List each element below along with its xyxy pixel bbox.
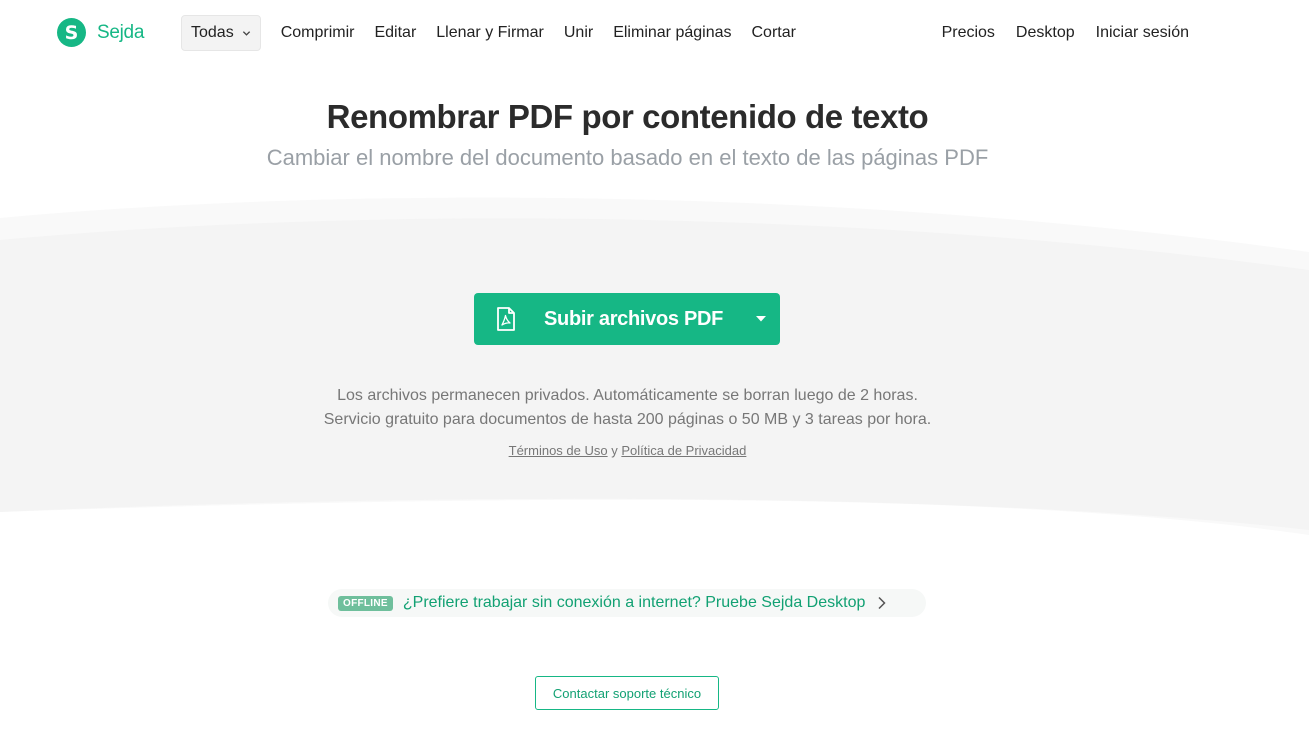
page-title: Renombrar PDF por contenido de texto: [326, 98, 929, 135]
upload-pdf-label: Subir archivos PDF: [544, 308, 724, 330]
privacy-policy-link[interactable]: Política de Privacidad: [621, 443, 746, 458]
legal-conjunction: y: [611, 443, 618, 458]
account-nav: Precios Desktop Iniciar sesión: [942, 15, 1189, 51]
logo-mark-icon: S: [57, 18, 86, 47]
legal-links: Términos de Uso y Política de Privacidad: [0, 443, 1255, 458]
upload-band-background: [0, 197, 1309, 535]
chevron-right-icon: [878, 596, 886, 610]
sejda-logo[interactable]: S Sejda: [57, 18, 144, 47]
main-nav: Todas Comprimir Editar Llenar y Firmar U…: [181, 15, 796, 51]
upload-options-dropdown[interactable]: [742, 293, 780, 345]
contact-support-button[interactable]: Contactar soporte técnico: [535, 676, 719, 710]
chevron-down-icon: [242, 30, 250, 36]
upload-pdf-button[interactable]: Subir archivos PDF: [474, 293, 780, 345]
privacy-note: Los archivos permanecen privados. Automá…: [337, 387, 918, 404]
all-tools-dropdown[interactable]: Todas: [181, 15, 261, 51]
page-subtitle: Cambiar el nombre del documento basado e…: [266, 145, 989, 170]
nav-merge[interactable]: Unir: [564, 24, 593, 42]
all-tools-label: Todas: [191, 24, 234, 41]
offline-desktop-banner[interactable]: OFFLINE ¿Prefiere trabajar sin conexión …: [328, 589, 926, 617]
logo-text: Sejda: [97, 21, 145, 43]
pdf-file-icon: [497, 307, 515, 331]
nav-delete-pages[interactable]: Eliminar páginas: [613, 24, 731, 42]
nav-pricing[interactable]: Precios: [942, 24, 995, 42]
nav-compress[interactable]: Comprimir: [281, 24, 355, 42]
terms-link[interactable]: Términos de Uso: [509, 443, 608, 458]
offline-banner-text: ¿Prefiere trabajar sin conexión a intern…: [402, 594, 866, 611]
nav-login[interactable]: Iniciar sesión: [1096, 24, 1189, 42]
nav-fill-sign[interactable]: Llenar y Firmar: [436, 24, 544, 42]
page: S Sejda Todas Comprimir Editar Llenar y …: [0, 0, 1309, 738]
nav-split[interactable]: Cortar: [751, 24, 795, 42]
limits-note: Servicio gratuito para documentos de has…: [323, 411, 932, 428]
caret-down-icon: [756, 316, 766, 322]
nav-edit[interactable]: Editar: [374, 24, 416, 42]
top-header: S Sejda Todas Comprimir Editar Llenar y …: [0, 0, 1309, 66]
nav-desktop[interactable]: Desktop: [1016, 24, 1075, 42]
offline-badge: OFFLINE: [338, 595, 393, 611]
